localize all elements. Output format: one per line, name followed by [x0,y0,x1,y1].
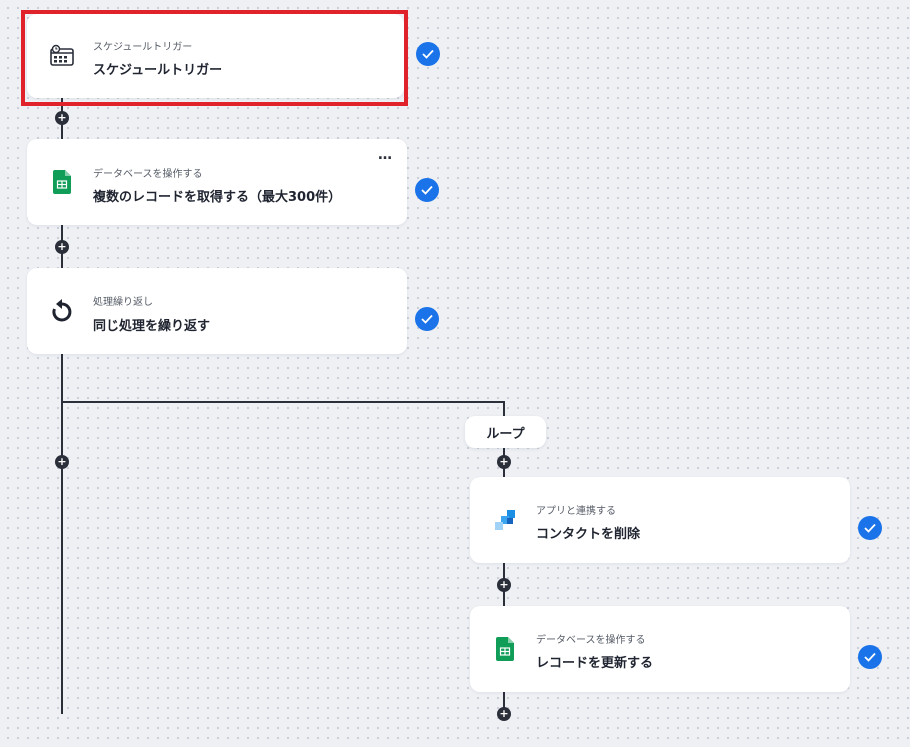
card-title: 同じ処理を繰り返す [93,319,211,334]
status-check-icon [858,516,882,540]
branch-line [61,401,505,403]
selection-highlight [21,10,408,106]
add-step-button[interactable]: + [55,240,69,254]
card-title: 複数のレコードを取得する（最大300件） [93,190,342,205]
card-subtitle: 処理繰り返し [93,297,153,308]
status-check-icon [858,645,882,669]
delete-contact-card[interactable]: アプリと連携する コンタクトを削除 [470,477,850,563]
status-check-icon [416,42,440,66]
status-check-icon [415,178,439,202]
get-records-card[interactable]: データベースを操作する 複数のレコードを取得する（最大300件） … [27,139,407,225]
card-subtitle: アプリと連携する [536,506,616,517]
loop-label: ループ [465,416,546,448]
google-sheets-icon [49,169,75,195]
add-step-button[interactable]: + [497,455,511,469]
add-step-button[interactable]: + [55,455,69,469]
add-step-button[interactable]: + [497,707,511,721]
add-step-button[interactable]: + [55,111,69,125]
update-record-card[interactable]: データベースを操作する レコードを更新する [470,606,850,692]
app-squares-icon [492,507,518,533]
card-subtitle: データベースを操作する [536,635,646,646]
google-sheets-icon [492,636,518,662]
more-menu-button[interactable]: … [378,147,393,163]
loop-card[interactable]: 処理繰り返し 同じ処理を繰り返す [27,268,407,354]
status-check-icon [415,307,439,331]
add-step-button[interactable]: + [497,578,511,592]
card-title: レコードを更新する [536,656,654,671]
card-subtitle: データベースを操作する [93,169,203,180]
card-title: コンタクトを削除 [536,527,641,542]
loop-arrow-icon [49,298,75,324]
